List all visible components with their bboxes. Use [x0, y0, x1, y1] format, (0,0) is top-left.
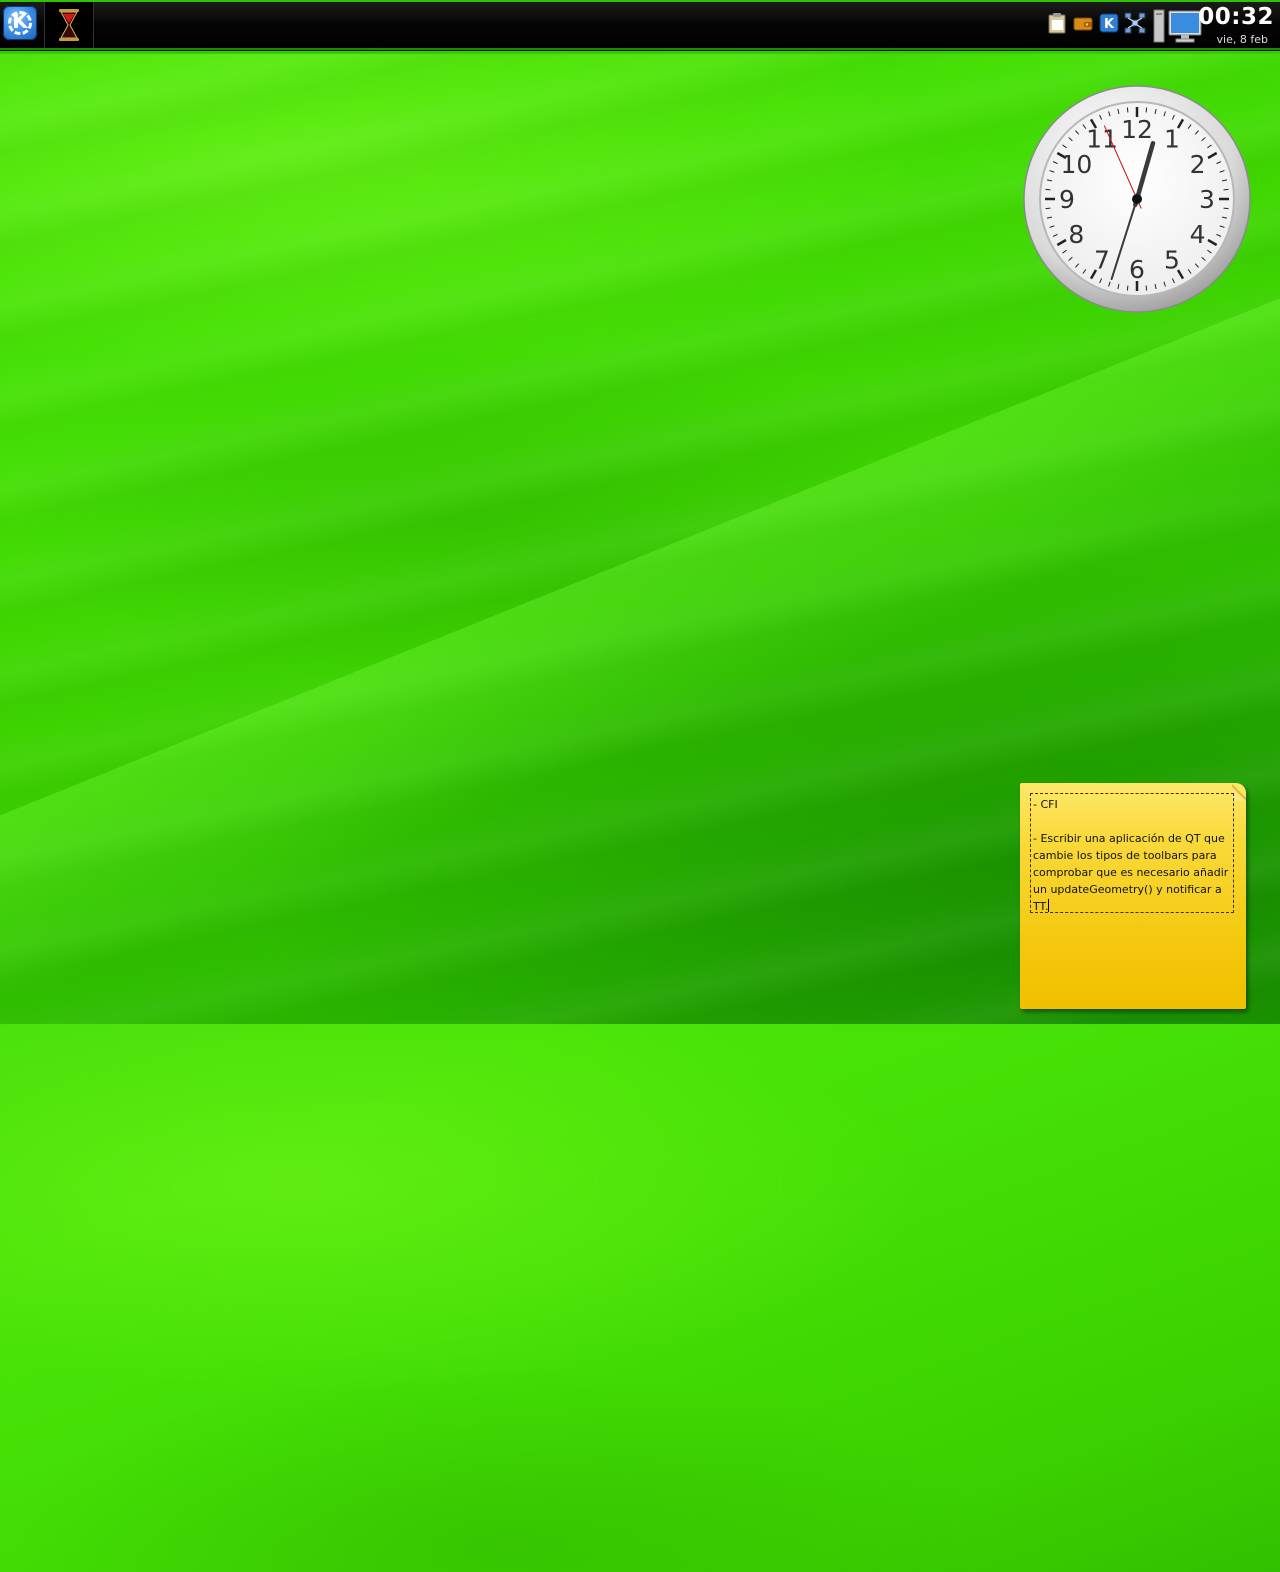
clock-minute-tick	[1145, 107, 1148, 113]
clock-minute-tick	[1223, 188, 1229, 191]
klipper-clipboard-icon[interactable]	[1046, 12, 1068, 34]
analog-clock-widget[interactable]: 12 12 3 45678 9 1011	[1022, 84, 1252, 314]
clock-minute-tick	[1126, 107, 1129, 113]
sticky-note-widget[interactable]: - CFI - Escribir una aplicación de QT qu…	[1020, 783, 1246, 1009]
hourglass-icon	[59, 9, 79, 41]
clock-numeral: 12	[1121, 115, 1153, 144]
network-icon[interactable]	[1124, 12, 1146, 34]
clock-numeral: 1	[1164, 124, 1180, 153]
panel-clock-time[interactable]: 00:32	[1198, 4, 1274, 30]
clock-numeral: 5	[1164, 246, 1180, 275]
note-text: - CFI - Escribir una aplicación de QT qu…	[1033, 798, 1229, 913]
clock-numeral: 9	[1059, 185, 1075, 214]
clock-numeral: 2	[1190, 150, 1206, 179]
clock-numeral: 3	[1199, 185, 1215, 214]
clock-numeral: 10	[1060, 150, 1092, 179]
clock-minute-tick	[1045, 207, 1051, 210]
clock-minute-tick	[1126, 285, 1129, 291]
panel-separator	[0, 48, 1280, 50]
note-text-editor[interactable]: - CFI - Escribir una aplicación de QT qu…	[1030, 793, 1234, 913]
kde-k-icon: K	[12, 9, 28, 33]
computer-monitor-icon[interactable]	[1153, 8, 1203, 44]
clock-numeral: 8	[1068, 220, 1084, 249]
kwallet-icon[interactable]	[1072, 12, 1094, 34]
clock-center-pin	[1132, 194, 1142, 204]
clock-numeral: 7	[1094, 246, 1110, 275]
panel-clock-date[interactable]: vie, 8 feb	[1217, 33, 1268, 46]
clock-numeral: 4	[1190, 220, 1206, 249]
clock-minute-tick	[1145, 285, 1148, 291]
kde-update-icon[interactable]: K	[1098, 12, 1120, 34]
clock-numeral: 6	[1129, 255, 1145, 284]
text-caret	[1048, 899, 1050, 912]
kmenu-button[interactable]: K	[3, 6, 37, 40]
taskbar-item[interactable]	[44, 2, 94, 48]
clock-minute-tick	[1223, 207, 1229, 210]
svg-text:K: K	[1104, 17, 1115, 32]
top-panel: K K 00:32 vie, 8 feb	[0, 0, 1280, 54]
clock-numeral: 11	[1086, 124, 1118, 153]
clock-minute-tick	[1045, 188, 1051, 191]
note-page-curl	[1232, 783, 1246, 801]
